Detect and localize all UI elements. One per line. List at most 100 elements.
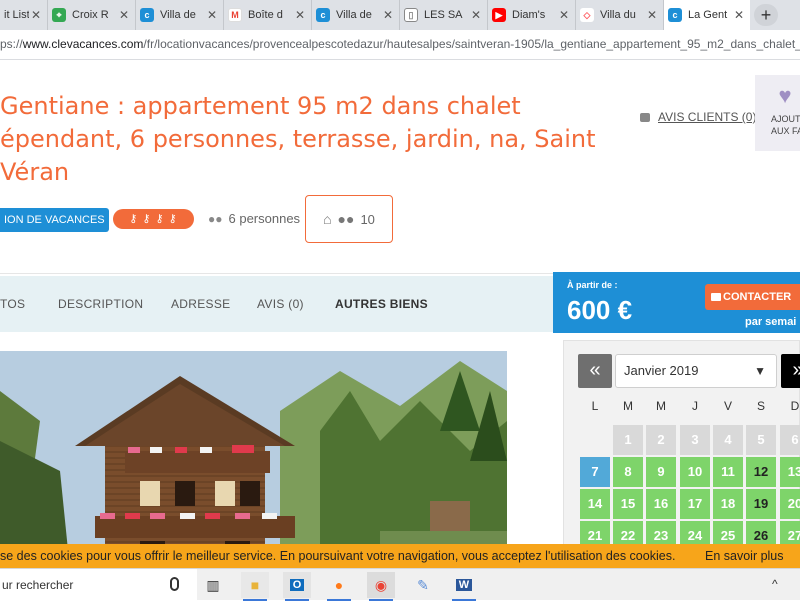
weekday-label: S bbox=[756, 399, 765, 413]
tab-title: Villa de bbox=[160, 9, 196, 21]
url-text[interactable]: ps://www.clevacances.com/fr/locationvaca… bbox=[0, 37, 800, 51]
calendar-day[interactable]: 2 bbox=[646, 425, 676, 455]
calendar-day[interactable]: 9 bbox=[646, 457, 676, 487]
browser-tab[interactable]: it List ✕ bbox=[0, 0, 48, 30]
clevacances-icon: c bbox=[668, 8, 682, 22]
comment-icon bbox=[640, 112, 650, 122]
cookie-more-link[interactable]: En savoir plus bbox=[705, 544, 784, 568]
calendar-day[interactable]: 8 bbox=[613, 457, 643, 487]
close-icon[interactable]: ✕ bbox=[732, 8, 746, 22]
calendar-day[interactable]: 5 bbox=[746, 425, 776, 455]
browser-tab[interactable]: ▶ Diam's ✕ bbox=[488, 0, 576, 30]
calendar-day[interactable]: 20 bbox=[780, 489, 800, 519]
airbnb-icon: ◇ bbox=[580, 8, 594, 22]
youtube-icon: ▶ bbox=[492, 8, 506, 22]
tab-title: Diam's bbox=[512, 9, 546, 21]
availability-calendar: « Janvier 2019 ▼ » LMMJVSD12345678910111… bbox=[563, 340, 800, 570]
add-to-favorites-button[interactable]: ♥ AJOUTAUX FAV bbox=[755, 75, 800, 151]
close-icon[interactable]: ✕ bbox=[293, 8, 307, 22]
price-period: par semai bbox=[745, 316, 797, 328]
tab-photos[interactable]: TOS bbox=[0, 276, 25, 332]
tab-address[interactable]: ADRESSE bbox=[171, 276, 230, 332]
close-icon[interactable]: ✕ bbox=[381, 8, 395, 22]
calendar-day[interactable]: 1 bbox=[613, 425, 643, 455]
close-icon[interactable]: ✕ bbox=[117, 8, 131, 22]
price-from-label: À partir de : bbox=[567, 280, 618, 290]
tab-other-properties[interactable]: AUTRES BIENS bbox=[335, 276, 428, 332]
chevron-down-icon: ▼ bbox=[754, 364, 766, 378]
address-bar[interactable]: ps://www.clevacances.com/fr/locationvaca… bbox=[0, 30, 800, 60]
tab-title: Boîte d bbox=[248, 9, 283, 21]
weekday-label: V bbox=[723, 399, 732, 413]
next-month-button[interactable]: » bbox=[781, 354, 800, 388]
reviews-link[interactable]: AVIS CLIENTS (0) bbox=[640, 110, 756, 124]
calendar-day[interactable]: 4 bbox=[713, 425, 743, 455]
envelope-icon bbox=[711, 293, 721, 301]
tab-description[interactable]: DESCRIPTION bbox=[58, 276, 143, 332]
calendar-day[interactable]: 13 bbox=[780, 457, 800, 487]
calendar-day[interactable]: 15 bbox=[613, 489, 643, 519]
firefox-icon[interactable]: ● bbox=[325, 572, 353, 601]
browser-tab[interactable]: ⌖ Croix R ✕ bbox=[48, 0, 136, 30]
cookie-text: se des cookies pour vous offrir le meill… bbox=[0, 549, 676, 563]
chalet-image bbox=[0, 351, 507, 570]
calendar-day[interactable]: 3 bbox=[680, 425, 710, 455]
tab-title: La Gent bbox=[688, 9, 728, 21]
paint-icon[interactable]: ✎ bbox=[409, 572, 437, 598]
heart-icon: ♥ bbox=[778, 83, 792, 108]
word-icon[interactable]: W bbox=[450, 572, 478, 601]
tab-title: LES SA bbox=[424, 9, 463, 21]
calendar-day[interactable]: 11 bbox=[713, 457, 743, 487]
persons-capacity: ●● 6 personnes bbox=[208, 211, 301, 226]
page-content: Gentiane : appartement 95 m2 dans chalet… bbox=[0, 60, 800, 570]
new-tab-button[interactable]: + bbox=[754, 4, 778, 26]
calendar-day[interactable]: 18 bbox=[713, 489, 743, 519]
weekday-label: L bbox=[591, 399, 599, 413]
tray-chevron-icon[interactable]: ^ bbox=[772, 577, 778, 591]
close-icon[interactable]: ✕ bbox=[205, 8, 219, 22]
tab-title: Villa de bbox=[336, 9, 372, 21]
browser-tab[interactable]: c Villa de ✕ bbox=[136, 0, 224, 30]
page-title: Gentiane : appartement 95 m2 dans chalet… bbox=[0, 92, 596, 186]
capacity-box: ⌂ ●● 10 bbox=[305, 195, 393, 243]
weekday-label: D bbox=[790, 399, 800, 413]
listing-photo[interactable] bbox=[0, 351, 507, 570]
browser-tab-strip: it List ✕ ⌖ Croix R ✕ c Villa de ✕ M Boî… bbox=[0, 0, 800, 30]
month-select[interactable]: Janvier 2019 ▼ bbox=[615, 354, 777, 388]
weekday-label: M bbox=[656, 399, 666, 413]
tab-title: Villa du bbox=[600, 9, 636, 21]
weekday-label: J bbox=[692, 399, 698, 413]
calendar-day[interactable]: 19 bbox=[746, 489, 776, 519]
microphone-icon[interactable] bbox=[170, 577, 179, 591]
people-icon: ●● bbox=[337, 211, 355, 227]
browser-tab[interactable]: c Villa de ✕ bbox=[312, 0, 400, 30]
outlook-icon[interactable]: O bbox=[283, 572, 311, 601]
chrome-icon[interactable]: ◉ bbox=[367, 572, 395, 601]
browser-tab[interactable]: M Boîte d ✕ bbox=[224, 0, 312, 30]
browser-tab[interactable]: ▯ LES SA ✕ bbox=[400, 0, 488, 30]
contact-button[interactable]: CONTACTER bbox=[705, 284, 800, 310]
listing-nav: TOS DESCRIPTION ADRESSE AVIS (0) AUTRES … bbox=[0, 276, 553, 332]
calendar-day[interactable]: 10 bbox=[680, 457, 710, 487]
file-explorer-icon[interactable]: ■ bbox=[241, 572, 269, 601]
browser-tab[interactable]: ◇ Villa du ✕ bbox=[576, 0, 664, 30]
calendar-day[interactable]: 17 bbox=[680, 489, 710, 519]
people-icon: ●● bbox=[208, 211, 223, 226]
tab-reviews[interactable]: AVIS (0) bbox=[257, 276, 304, 332]
taskbar-search-input[interactable]: ur rechercher bbox=[0, 569, 197, 601]
price-box: À partir de : 600 € CONTACTER par semai bbox=[553, 272, 800, 333]
calendar-day[interactable]: 12 bbox=[746, 457, 776, 487]
calendar-day[interactable]: 6 bbox=[780, 425, 800, 455]
browser-tab-active[interactable]: c La Gent ✕ bbox=[664, 0, 750, 30]
close-icon[interactable]: ✕ bbox=[645, 8, 659, 22]
task-view-icon[interactable]: ▥ bbox=[199, 572, 227, 598]
previous-month-button[interactable]: « bbox=[578, 354, 612, 388]
weekday-label: M bbox=[623, 399, 633, 413]
calendar-day[interactable]: 7 bbox=[580, 457, 610, 487]
close-icon[interactable]: ✕ bbox=[557, 8, 571, 22]
close-icon[interactable]: ✕ bbox=[29, 8, 43, 22]
calendar-day[interactable]: 14 bbox=[580, 489, 610, 519]
calendar-day[interactable]: 16 bbox=[646, 489, 676, 519]
close-icon[interactable]: ✕ bbox=[469, 8, 483, 22]
clevacances-icon: c bbox=[316, 8, 330, 22]
